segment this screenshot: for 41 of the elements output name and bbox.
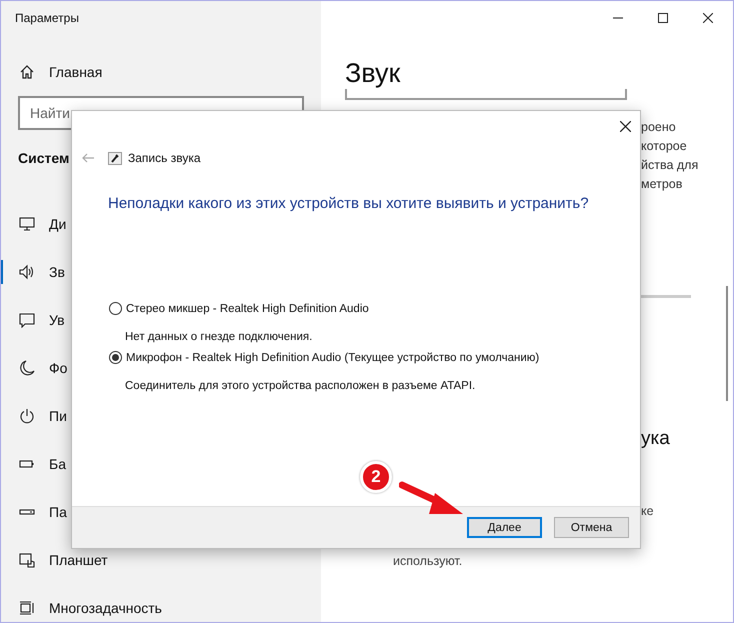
radio-option[interactable]: Стерео микшер - Realtek High Definition Audio (109, 302, 640, 315)
option-note: Нет данных о гнезде подключения. (125, 331, 314, 343)
home-link[interactable]: Главная (49, 64, 102, 80)
description-text: ке (641, 504, 655, 518)
sidebar-item[interactable]: Ув (1, 308, 67, 332)
description-text: используют. (393, 554, 464, 568)
slider-track[interactable] (641, 295, 691, 298)
window-title: Параметры (15, 11, 80, 25)
radio-option[interactable]: Микрофон - Realtek High Definition Audio (Текущее устройство по умолчанию) (109, 351, 640, 364)
tablet-icon (19, 552, 35, 568)
pointer-arrow (399, 481, 465, 517)
sidebar-item[interactable]: Па (1, 500, 69, 524)
speaker-icon (19, 264, 35, 280)
display-icon (19, 216, 35, 232)
scrollbar[interactable] (726, 286, 728, 401)
sidebar-item[interactable]: Ди (1, 212, 68, 236)
cancel-button[interactable]: Отмена (554, 517, 629, 538)
message-icon (19, 312, 35, 328)
page-title: Звук (345, 57, 402, 89)
sidebar-item[interactable]: Ба (1, 452, 68, 476)
microphone-icon (108, 152, 122, 164)
power-icon (19, 408, 35, 424)
description-text: роено которое йства для метров (641, 119, 700, 193)
close-icon[interactable] (703, 13, 713, 23)
sidebar-item[interactable]: Пи (1, 404, 69, 428)
next-button[interactable]: Далее (467, 517, 542, 538)
section-heading: ука (641, 428, 671, 450)
close-icon[interactable] (620, 121, 631, 132)
sidebar-item[interactable]: Фо (1, 356, 70, 380)
multitask-icon (19, 600, 35, 616)
moon-icon (19, 360, 35, 376)
sidebar-item[interactable]: Планшет (1, 548, 110, 572)
sidebar-item[interactable]: Многозадачность (1, 596, 164, 620)
dialog-title: Запись звука (128, 151, 201, 165)
dialog-heading: Неполадки какого из этих устройств вы хотите выявить и устранить? (108, 195, 590, 212)
option-note: Соединитель для этого устройства расположен в разъеме ATAPI. (125, 380, 476, 392)
home-icon (19, 64, 35, 80)
maximize-icon[interactable] (658, 13, 668, 23)
dropdown-field[interactable] (345, 89, 627, 100)
sidebar-item[interactable]: Зв (1, 260, 67, 284)
section-heading: Систем (18, 150, 70, 166)
